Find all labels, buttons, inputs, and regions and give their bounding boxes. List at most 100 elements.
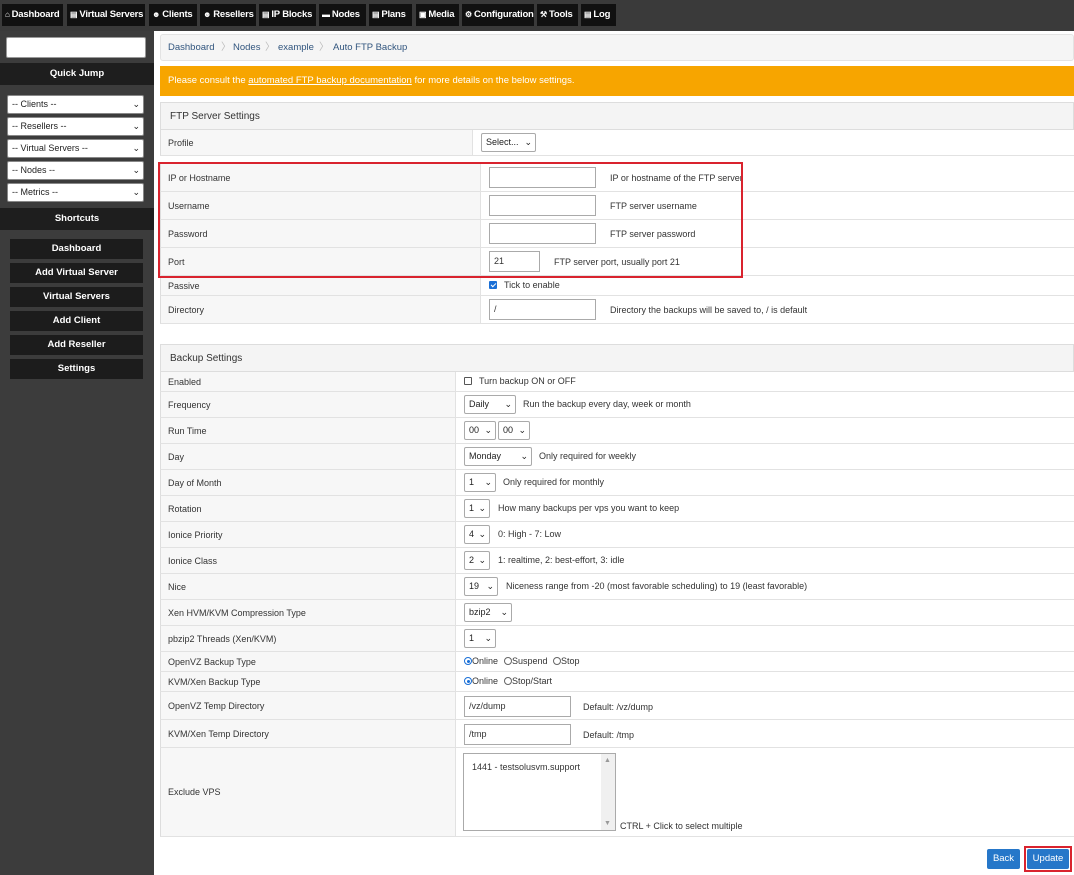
user-icon: ☻: [203, 10, 212, 19]
nodes-select[interactable]: -- Nodes -- ⌄: [7, 161, 144, 180]
runtime-minute-select[interactable]: 00 ⌄: [498, 421, 530, 440]
select-value: 00: [503, 425, 514, 435]
select-value: 2: [469, 555, 475, 565]
compression-label: Xen HVM/KVM Compression Type: [161, 600, 456, 625]
breadcrumb-separator: 〉: [221, 42, 231, 53]
resellers-select[interactable]: -- Resellers -- ⌄: [7, 117, 144, 136]
scroll-up-icon[interactable]: ▲: [604, 757, 611, 764]
nodes-icon: ▬: [322, 10, 330, 19]
port-label: Port: [161, 248, 481, 275]
nav-log[interactable]: ▤ Log: [581, 4, 616, 26]
nav-ip-blocks[interactable]: ▤ IP Blocks: [259, 4, 316, 26]
nav-dashboard[interactable]: ⌂ Dashboard: [2, 4, 63, 26]
server-icon: ▤: [70, 10, 78, 19]
breadcrumb-current: Auto FTP Backup: [333, 42, 408, 53]
enabled-checkbox[interactable]: [464, 377, 472, 385]
runtime-row: Run Time 00 ⌄ 00 ⌄: [160, 418, 1074, 444]
chevron-down-icon: ⌄: [500, 607, 508, 617]
metrics-select[interactable]: -- Metrics -- ⌄: [7, 183, 144, 202]
shortcut-add-client[interactable]: Add Client: [10, 311, 143, 331]
nav-label: Configuration: [473, 9, 534, 20]
clients-select[interactable]: -- Clients -- ⌄: [7, 95, 144, 114]
pbzip2-threads-select[interactable]: 1 ⌄: [464, 629, 496, 648]
exclude-vps-label: Exclude VPS: [161, 748, 456, 836]
nav-label: Clients: [162, 9, 193, 20]
shortcut-add-reseller[interactable]: Add Reseller: [10, 335, 143, 355]
nav-media[interactable]: ▣ Media: [416, 4, 459, 26]
nav-plans[interactable]: ▤ Plans: [369, 4, 412, 26]
day-select[interactable]: Monday ⌄: [464, 447, 532, 466]
directory-input[interactable]: /: [489, 299, 596, 320]
quick-search-input[interactable]: [6, 37, 146, 58]
nav-label: Virtual Servers: [79, 9, 144, 20]
shortcut-virtual-servers[interactable]: Virtual Servers: [10, 287, 143, 307]
nav-clients[interactable]: ☻ Clients: [149, 4, 197, 26]
nice-row: Nice 19 ⌄ Niceness range from -20 (most f…: [160, 574, 1074, 600]
directory-row: Directory / Directory the backups will b…: [160, 296, 1074, 324]
virtual-servers-select[interactable]: -- Virtual Servers -- ⌄: [7, 139, 144, 158]
chevron-down-icon: ⌄: [484, 425, 492, 435]
hostname-input[interactable]: [489, 167, 596, 188]
nav-nodes[interactable]: ▬ Nodes: [319, 4, 366, 26]
nice-select[interactable]: 19 ⌄: [464, 577, 498, 596]
exclude-vps-hint: CTRL + Click to select multiple: [620, 821, 743, 831]
documentation-link[interactable]: automated FTP backup documentation: [248, 75, 412, 86]
nav-resellers[interactable]: ☻ Resellers: [200, 4, 256, 26]
ionice-class-row: Ionice Class 2 ⌄ 1: realtime, 2: best-eff…: [160, 548, 1074, 574]
runtime-label: Run Time: [161, 418, 456, 443]
port-input[interactable]: 21: [489, 251, 540, 272]
passive-checkbox[interactable]: [489, 281, 497, 289]
openvz-temp-dir-input[interactable]: /vz/dump: [464, 696, 571, 717]
profile-select[interactable]: Select... ⌄: [481, 133, 536, 152]
username-input[interactable]: [489, 195, 596, 216]
nav-label: IP Blocks: [271, 9, 313, 20]
scroll-down-icon[interactable]: ▼: [604, 820, 611, 827]
shortcut-add-virtual-server[interactable]: Add Virtual Server: [10, 263, 143, 283]
breadcrumb-nodes[interactable]: Nodes: [233, 35, 260, 60]
nav-virtual-servers[interactable]: ▤ Virtual Servers: [67, 4, 145, 26]
ionice-priority-hint: 0: High - 7: Low: [498, 529, 562, 539]
back-button[interactable]: Back: [987, 849, 1020, 869]
openvz-suspend-radio[interactable]: [504, 657, 512, 665]
scrollbar[interactable]: ▲ ▼: [601, 754, 615, 830]
directory-label: Directory: [161, 296, 481, 323]
nav-label: Plans: [381, 9, 406, 20]
select-value: Select...: [486, 137, 519, 147]
select-value: 1: [469, 503, 475, 513]
day-hint: Only required for weekly: [539, 451, 637, 461]
exclude-vps-multiselect[interactable]: 1441 - testsolusvm.support ▲ ▼: [463, 753, 616, 831]
update-button[interactable]: Update: [1027, 849, 1069, 869]
openvz-online-radio[interactable]: [464, 657, 472, 665]
nav-configuration[interactable]: ⚙ Configuration: [462, 4, 534, 26]
password-row: Password FTP server password: [160, 220, 1074, 248]
chevron-down-icon: ⌄: [524, 137, 532, 147]
password-input[interactable]: [489, 223, 596, 244]
chevron-down-icon: ⌄: [132, 99, 140, 109]
nav-tools[interactable]: ⚒ Tools: [537, 4, 578, 26]
frequency-select[interactable]: Daily ⌄: [464, 395, 516, 414]
chevron-down-icon: ⌄: [132, 121, 140, 131]
nice-hint: Niceness range from -20 (most favorable …: [506, 581, 808, 591]
breadcrumb-dashboard[interactable]: Dashboard: [168, 35, 214, 60]
breadcrumb-example[interactable]: example: [278, 35, 314, 60]
select-value: Monday: [469, 451, 502, 461]
ftp-settings-heading: FTP Server Settings: [160, 102, 1074, 130]
nice-label: Nice: [161, 574, 456, 599]
ionice-priority-select[interactable]: 4 ⌄: [464, 525, 490, 544]
openvz-stop-radio[interactable]: [553, 657, 561, 665]
day-of-month-select[interactable]: 1 ⌄: [464, 473, 496, 492]
exclude-vps-option[interactable]: 1441 - testsolusvm.support: [472, 762, 580, 772]
quick-jump-heading: Quick Jump: [0, 63, 154, 85]
radio-label: Online: [472, 656, 499, 666]
ionice-priority-label: Ionice Priority: [161, 522, 456, 547]
runtime-hour-select[interactable]: 00 ⌄: [464, 421, 496, 440]
ionice-class-select[interactable]: 2 ⌄: [464, 551, 490, 570]
shortcut-settings[interactable]: Settings: [10, 359, 143, 379]
kvm-temp-dir-input[interactable]: /tmp: [464, 724, 571, 745]
kvm-online-radio[interactable]: [464, 677, 472, 685]
rotation-select[interactable]: 1 ⌄: [464, 499, 490, 518]
kvm-stop-start-radio[interactable]: [504, 677, 512, 685]
compression-select[interactable]: bzip2 ⌄: [464, 603, 512, 622]
shortcut-dashboard[interactable]: Dashboard: [10, 239, 143, 259]
pbzip2-threads-label: pbzip2 Threads (Xen/KVM): [161, 626, 456, 651]
